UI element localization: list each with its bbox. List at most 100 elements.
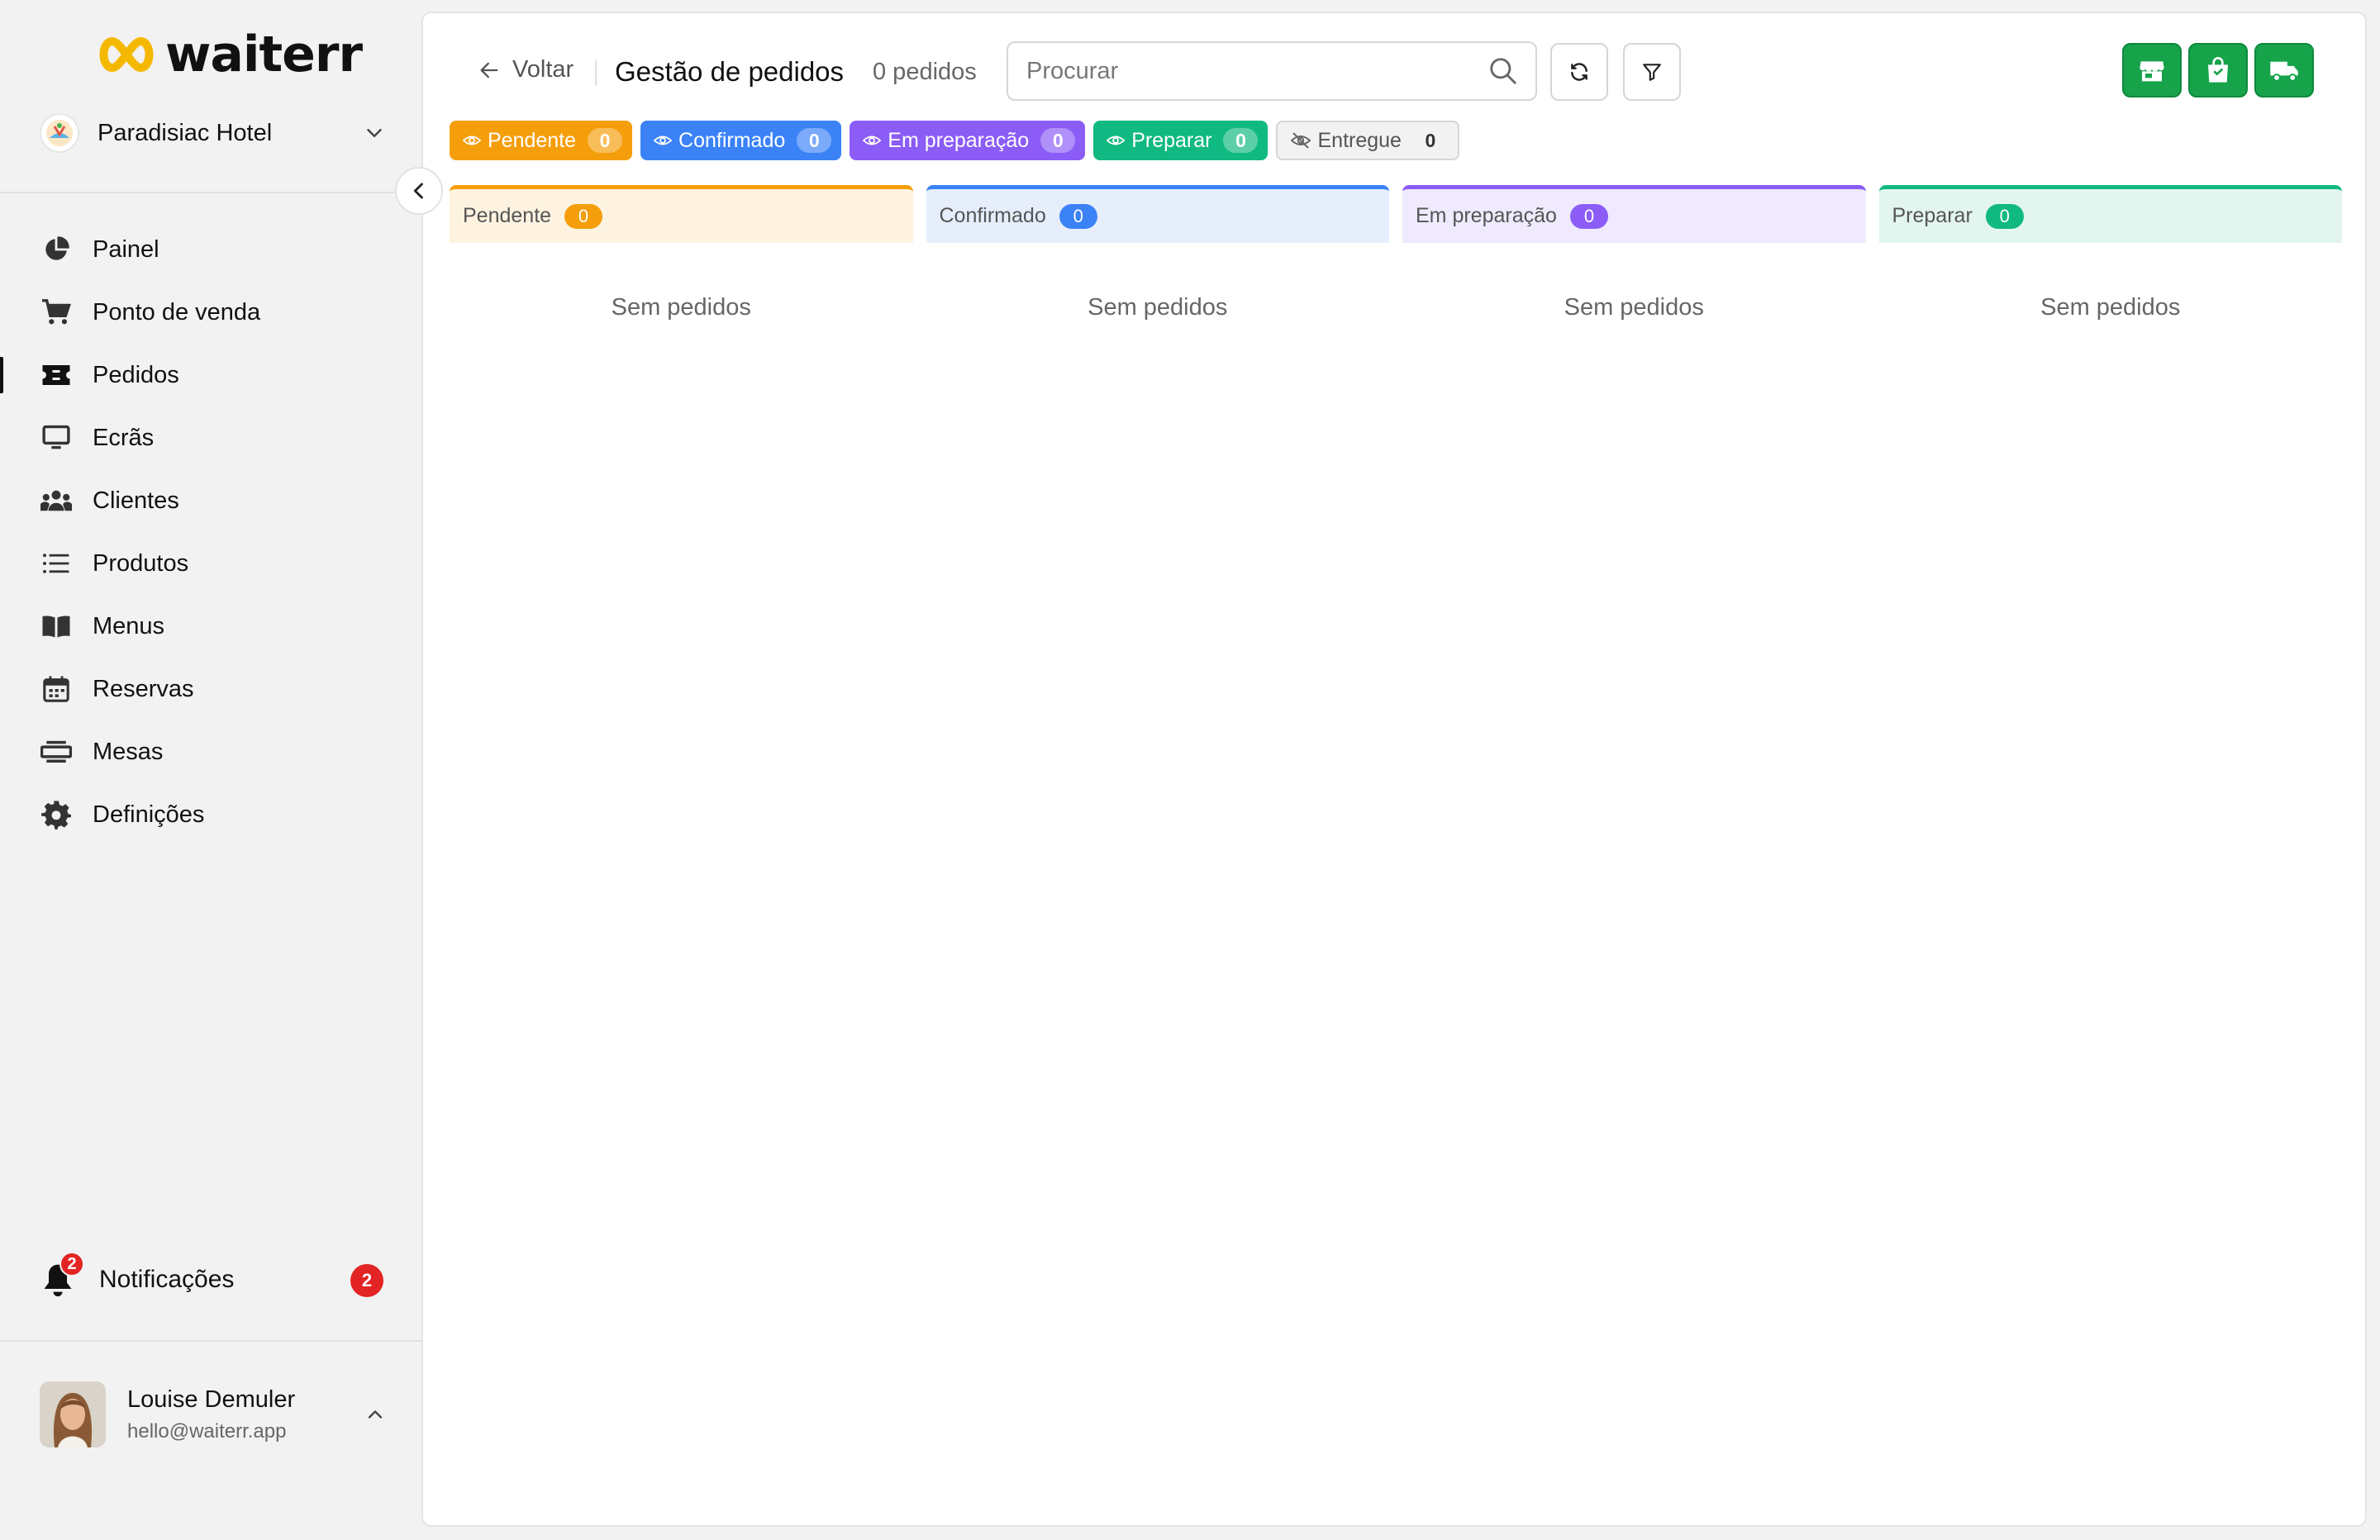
filter-chip-label: Entregue	[1317, 128, 1402, 152]
filter-chip-count: 0	[1223, 128, 1259, 153]
pie-chart-icon	[40, 233, 73, 266]
orders-count: 0 pedidos	[873, 59, 977, 85]
main-panel: Voltar Gestão de pedidos 0 pedidos Pende…	[421, 12, 2367, 1527]
column-count-badge: 0	[564, 203, 603, 229]
empty-state: Sem pedidos	[2040, 294, 2181, 321]
column-header: Confirmado 0	[926, 185, 1389, 243]
sidebar-item-menus[interactable]: Menus	[0, 595, 421, 658]
filter-chip-pendente[interactable]: Pendente 0	[450, 121, 633, 160]
user-info: Louise Demuler hello@waiterr.app	[127, 1386, 295, 1443]
sidebar-divider	[0, 192, 421, 193]
sidebar-item-label: Definições	[93, 801, 205, 828]
filter-chip-confirmado[interactable]: Confirmado 0	[640, 121, 842, 160]
sidebar-item-label: Ponto de venda	[93, 298, 261, 326]
avatar	[40, 1381, 106, 1447]
filter-chip-count: 0	[797, 128, 832, 153]
filter-chip-count: 0	[588, 128, 623, 153]
organization-switcher[interactable]: Paradisiac Hotel	[40, 109, 387, 157]
page-title: Gestão de pedidos	[615, 56, 845, 87]
organization-name: Paradisiac Hotel	[98, 119, 273, 146]
sidebar-item-label: Mesas	[93, 738, 164, 765]
eye-icon	[863, 135, 882, 145]
filter-chip-count: 0	[1040, 128, 1076, 153]
eye-icon	[1107, 135, 1126, 145]
sidebar-item-label: Reservas	[93, 675, 194, 702]
empty-state: Sem pedidos	[611, 294, 751, 321]
filter-button[interactable]	[1623, 43, 1681, 101]
filter-chip-entregue[interactable]: Entregue 0	[1276, 121, 1459, 160]
sidebar-item-label: Ecrãs	[93, 424, 155, 451]
sidebar-divider	[0, 1340, 421, 1342]
filter-chip-label: Em preparação	[888, 128, 1030, 152]
sidebar-item-mesas[interactable]: Mesas	[0, 720, 421, 783]
chevron-left-icon	[413, 183, 423, 199]
list-icon	[40, 547, 73, 580]
filter-chip-preparar[interactable]: Preparar 0	[1093, 121, 1269, 160]
brand-logo[interactable]: waiterr	[96, 26, 363, 83]
sidebar-item-reservas[interactable]: Reservas	[0, 658, 421, 720]
notifications-button[interactable]: 2 Notificações 2	[40, 1252, 387, 1307]
store-icon	[2140, 61, 2164, 82]
filter-chip-label: Confirmado	[678, 128, 786, 152]
truck-icon	[2270, 61, 2298, 82]
collapse-sidebar-button[interactable]	[395, 167, 443, 215]
status-filter-bar: Pendente 0 Confirmado 0 Em preparação 0 …	[450, 121, 1459, 160]
sidebar-item-ponto-de-venda[interactable]: Ponto de venda	[0, 281, 421, 344]
brand-name: waiterr	[165, 26, 363, 83]
filter-icon	[1643, 64, 1661, 81]
sidebar-item-clientes[interactable]: Clientes	[0, 469, 421, 532]
column-title: Pendente	[463, 204, 552, 227]
sidebar-item-label: Pedidos	[93, 361, 179, 388]
empty-state: Sem pedidos	[1088, 294, 1228, 321]
header-divider	[595, 59, 597, 86]
table-icon	[40, 735, 73, 768]
sidebar-item-painel[interactable]: Painel	[0, 218, 421, 281]
column-title: Em preparação	[1416, 204, 1557, 227]
arrow-left-icon	[480, 62, 498, 78]
eye-off-icon	[1291, 132, 1311, 149]
organization-avatar	[40, 113, 79, 153]
board-column-confirmado: Confirmado 0 Sem pedidos	[926, 185, 1389, 321]
eye-icon	[463, 135, 481, 145]
filter-chip-count: 0	[1425, 129, 1436, 151]
empty-state: Sem pedidos	[1564, 294, 1704, 321]
sidebar-item-ecras[interactable]: Ecrãs	[0, 406, 421, 469]
search-input[interactable]	[1026, 57, 1488, 85]
orders-board: Pendente 0 Sem pedidos Confirmado 0 Sem …	[450, 185, 2342, 321]
gear-icon	[40, 798, 73, 831]
monitor-icon	[40, 421, 73, 454]
search-icon[interactable]	[1488, 55, 1519, 87]
user-menu[interactable]: Louise Demuler hello@waiterr.app	[40, 1381, 387, 1447]
sidebar-item-produtos[interactable]: Produtos	[0, 532, 421, 595]
refresh-icon	[1571, 63, 1587, 81]
ticket-icon	[40, 359, 73, 392]
back-label: Voltar	[512, 56, 574, 83]
column-count-badge: 0	[1569, 203, 1608, 229]
takeaway-button[interactable]	[2188, 43, 2248, 97]
notification-dot-badge: 2	[60, 1252, 84, 1276]
search-box	[1007, 41, 1537, 101]
board-column-em-preparacao: Em preparação 0 Sem pedidos	[1402, 185, 1866, 321]
users-icon	[40, 484, 73, 517]
notifications-count-badge: 2	[350, 1264, 383, 1297]
infinity-logo-icon	[99, 37, 154, 72]
sidebar-item-definicoes[interactable]: Definições	[0, 783, 421, 846]
filter-chip-em-preparacao[interactable]: Em preparação 0	[850, 121, 1086, 160]
board-column-preparar: Preparar 0 Sem pedidos	[1878, 185, 2342, 321]
back-button[interactable]: Voltar	[478, 56, 574, 83]
book-icon	[40, 610, 73, 643]
refresh-button[interactable]	[1550, 43, 1608, 101]
sidebar: waiterr Paradisiac Hotel Painel Ponto de…	[0, 0, 421, 1540]
filter-chip-label: Pendente	[488, 128, 577, 152]
delivery-button[interactable]	[2254, 43, 2314, 97]
eye-icon	[654, 135, 673, 145]
store-button[interactable]	[2122, 43, 2182, 97]
sidebar-item-label: Painel	[93, 235, 159, 263]
sidebar-item-pedidos[interactable]: Pedidos	[0, 344, 421, 406]
column-header: Pendente 0	[450, 185, 913, 243]
board-column-pendente: Pendente 0 Sem pedidos	[450, 185, 913, 321]
hotel-logo-icon	[46, 120, 73, 146]
shopping-bag-icon	[2208, 57, 2228, 83]
chevron-up-icon	[368, 1410, 383, 1419]
chevron-down-icon	[367, 129, 382, 137]
